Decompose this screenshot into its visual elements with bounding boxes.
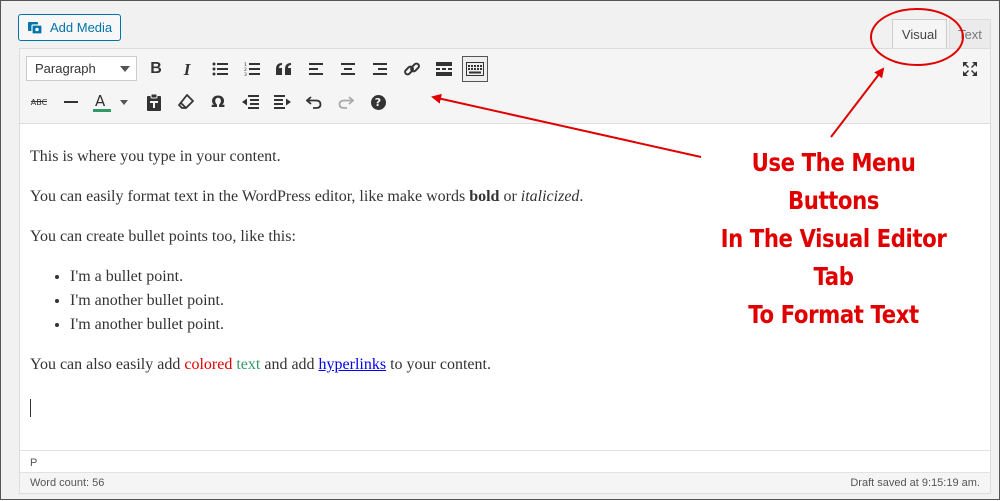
fullscreen-icon [963,62,977,76]
bold-text: bold [469,188,500,205]
redo-icon [338,96,354,109]
word-count: Word count: 56 [30,477,105,489]
redo-button[interactable] [333,89,359,115]
text-run: and add [260,356,319,373]
text-run: You can also easily add [30,356,185,373]
text-color-icon: A [95,92,106,110]
green-colored-text: text [236,356,261,373]
special-character-icon: Ω [211,92,225,111]
text-cursor [30,399,31,417]
chevron-down-icon[interactable] [120,100,128,105]
indent-button[interactable] [269,89,295,115]
bulleted-list-button[interactable] [207,56,233,82]
paste-as-text-icon [147,93,161,111]
hyperlink[interactable]: hyperlinks [319,356,387,373]
annotation-callout: Use The Menu Buttons In The Visual Edito… [717,144,951,334]
chevron-down-icon [120,66,130,72]
clear-formatting-button[interactable] [173,89,199,115]
align-left-button[interactable] [303,56,329,82]
link-button[interactable] [399,56,425,82]
strikethrough-button[interactable]: ABC [26,89,52,115]
bold-button[interactable]: B [143,56,169,82]
bold-icon: B [150,60,162,77]
fullscreen-button[interactable] [957,56,983,82]
outdent-button[interactable] [237,89,263,115]
read-more-icon [436,62,452,76]
align-left-icon [309,63,323,75]
text-run: or [499,188,521,205]
tab-visual[interactable]: Visual [892,19,947,48]
blockquote-icon [276,63,291,75]
draft-saved-status: Draft saved at 9:15:19 am. [850,477,980,489]
red-colored-text: colored [184,356,233,373]
toolbar-toggle-icon [466,62,484,76]
text-run: . [579,188,584,205]
annotation-line: Use The Menu Buttons [751,148,916,215]
svg-text:3: 3 [244,72,247,76]
format-select[interactable]: Paragraph [26,56,137,81]
element-path[interactable]: P [20,450,990,472]
undo-icon [306,96,322,109]
italic-button[interactable]: I [174,56,200,82]
editor-toolbar: Paragraph B I 123 ABC A Ω ? [20,49,990,124]
numbered-list-icon: 123 [244,62,260,76]
italic-icon: I [183,59,191,79]
media-icon [27,20,43,36]
indent-icon [273,95,291,109]
toolbar-toggle-button[interactable] [462,56,488,82]
text-color-swatch [93,109,111,112]
status-bar: Word count: 56 Draft saved at 9:15:19 am… [20,472,990,493]
annotation-line: In The Visual Editor Tab [720,224,947,291]
special-character-button[interactable]: Ω [205,89,231,115]
align-right-icon [373,63,387,75]
add-media-label: Add Media [50,20,113,35]
text-run: to your content. [386,356,491,373]
paste-as-text-button[interactable] [141,89,167,115]
undo-button[interactable] [301,89,327,115]
numbered-list-button[interactable]: 123 [239,56,265,82]
blockquote-button[interactable] [271,56,297,82]
read-more-button[interactable] [431,56,457,82]
content-paragraph: You can also easily add colored text and… [30,353,980,377]
bulleted-list-icon [212,62,228,76]
italic-text: italicized [520,188,580,205]
horizontal-line-icon [64,101,78,103]
annotation-line: To Format Text [748,300,919,329]
text-run: You can easily format text in the WordPr… [30,188,470,205]
clear-formatting-icon [178,94,194,109]
horizontal-line-button[interactable] [58,89,84,115]
align-center-icon [341,63,355,75]
strikethrough-icon: ABC [30,97,48,107]
help-icon: ? [370,94,386,110]
tab-text[interactable]: Text [949,19,991,48]
text-color-button[interactable]: A [90,89,130,115]
editor-window: Add Media Visual Text Paragraph B I 123 [0,0,1000,500]
outdent-icon [241,95,259,109]
align-center-button[interactable] [335,56,361,82]
link-icon [404,62,420,76]
help-button[interactable]: ? [365,89,391,115]
add-media-button[interactable]: Add Media [18,14,121,41]
strike-line [31,101,47,102]
align-right-button[interactable] [367,56,393,82]
format-select-value: Paragraph [35,61,96,76]
